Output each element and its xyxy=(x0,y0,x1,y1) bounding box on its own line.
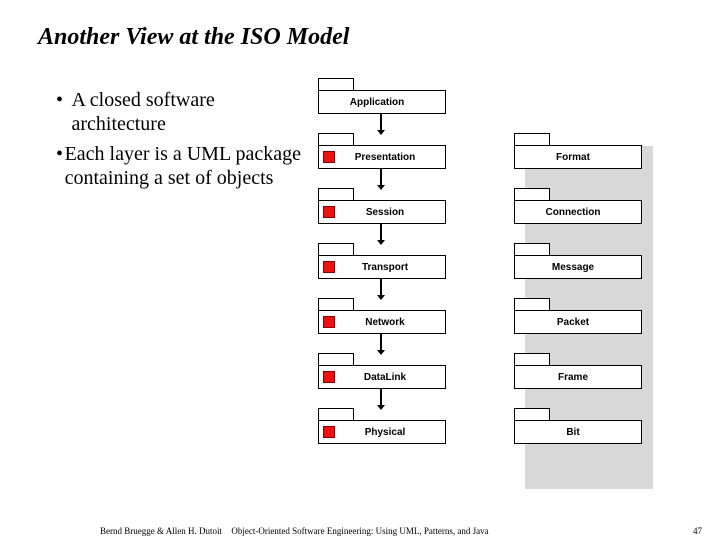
footer-page-number: 47 xyxy=(693,526,702,536)
package-label: Bit xyxy=(515,427,641,438)
package-body: Presentation xyxy=(318,145,446,169)
package-label: Physical xyxy=(335,427,445,438)
red-square-icon xyxy=(323,261,335,273)
bullet-list: •A closed software architecture•Each lay… xyxy=(56,88,306,196)
red-square-icon xyxy=(323,426,335,438)
slide-title: Another View at the ISO Model xyxy=(38,24,349,51)
package-body: Session xyxy=(318,200,446,224)
package-label: Packet xyxy=(515,317,641,328)
package-label: Transport xyxy=(335,262,445,273)
package-body: Transport xyxy=(318,255,446,279)
layer-arrow-icon xyxy=(380,113,382,131)
red-square-icon xyxy=(323,151,335,163)
package-body: Packet xyxy=(514,310,642,334)
layer-arrow-icon xyxy=(380,223,382,241)
package-body: Message xyxy=(514,255,642,279)
iso-diagram: Format Connection Message Packet Frame Bit App… xyxy=(318,78,688,486)
red-square-icon xyxy=(323,371,335,383)
package-body: Connection xyxy=(514,200,642,224)
package-body: Format xyxy=(514,145,642,169)
package-body: Application xyxy=(318,90,446,114)
bullet-item: •A closed software architecture xyxy=(56,88,306,136)
bullet-dot-icon: • xyxy=(56,88,71,136)
package-label: Connection xyxy=(515,207,641,218)
package-body: Network xyxy=(318,310,446,334)
bullet-item: •Each layer is a UML package containing … xyxy=(56,142,306,190)
package-label: Presentation xyxy=(335,152,445,163)
bullet-text: Each layer is a UML package containing a… xyxy=(65,142,306,190)
package-body: Physical xyxy=(318,420,446,444)
layer-arrow-icon xyxy=(380,388,382,406)
bullet-text: A closed software architecture xyxy=(71,88,306,136)
layer-arrow-icon xyxy=(380,278,382,296)
package-label: DataLink xyxy=(335,372,445,383)
layer-arrow-icon xyxy=(380,333,382,351)
package-label: Application xyxy=(319,97,445,108)
package-body: Frame xyxy=(514,365,642,389)
bullet-dot-icon: • xyxy=(56,142,65,190)
red-square-icon xyxy=(323,316,335,328)
package-label: Format xyxy=(515,152,641,163)
layer-arrow-icon xyxy=(380,168,382,186)
package-label: Message xyxy=(515,262,641,273)
package-body: Bit xyxy=(514,420,642,444)
red-square-icon xyxy=(323,206,335,218)
package-body: DataLink xyxy=(318,365,446,389)
footer-book-title: Object-Oriented Software Engineering: Us… xyxy=(0,526,720,536)
package-label: Frame xyxy=(515,372,641,383)
package-label: Session xyxy=(335,207,445,218)
package-label: Network xyxy=(335,317,445,328)
